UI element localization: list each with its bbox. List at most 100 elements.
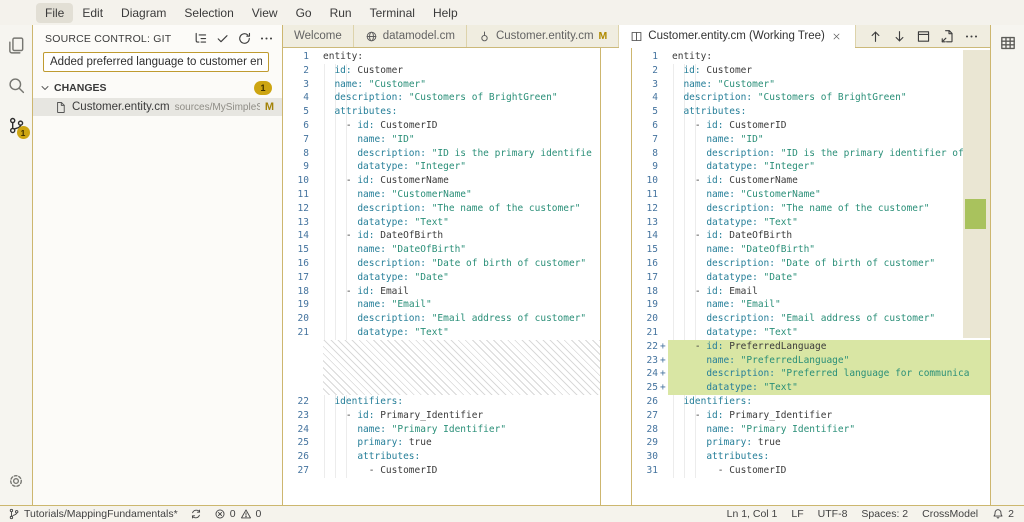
line-number: 25 [283, 436, 309, 450]
menu-item-view[interactable]: View [243, 3, 287, 23]
line-number: 15 [632, 243, 658, 257]
menu-item-edit[interactable]: Edit [73, 3, 112, 23]
code-line: 1entity: [283, 50, 632, 64]
tab-bar: Welcomedatamodel.cmCustomer.entity.cmMCu… [283, 25, 990, 48]
eol-indicator[interactable]: LF [791, 508, 803, 520]
activity-item-search[interactable] [0, 65, 33, 105]
line-number: 15 [283, 243, 309, 257]
cursor-position[interactable]: Ln 1, Col 1 [727, 508, 778, 520]
modified-pane-scrollbar[interactable] [963, 50, 990, 338]
branch-indicator[interactable]: Tutorials/MappingFundamentals* [8, 508, 178, 520]
warning-icon [240, 508, 252, 520]
tab-datamodel-cm[interactable]: datamodel.cm [354, 25, 467, 47]
code-line: 21 datatype: "Text" [632, 326, 990, 340]
line-number: 24 [283, 423, 309, 437]
original-pane-scrollbar[interactable] [600, 48, 632, 505]
menu-item-go[interactable]: Go [287, 3, 321, 23]
commit-message-input[interactable] [43, 52, 269, 72]
file-icon [54, 101, 67, 114]
close-icon [832, 32, 841, 41]
diff-modified-pane[interactable]: 1entity:2 id: Customer3 name: "Customer"… [632, 48, 990, 505]
menu-item-selection[interactable]: Selection [175, 3, 242, 23]
line-number: 10 [283, 174, 309, 188]
line-number: 8 [283, 147, 309, 161]
line-number: 31 [632, 464, 658, 478]
code-text: primary: true [323, 436, 432, 450]
notifications-bell[interactable]: 2 [992, 508, 1014, 520]
code-line: 28 name: "Primary Identifier" [632, 423, 990, 437]
menu-item-terminal[interactable]: Terminal [361, 3, 424, 23]
line-number: 4 [632, 91, 658, 105]
code-line: 1entity: [632, 50, 990, 64]
line-number: 22 [283, 395, 309, 409]
open-file-button[interactable] [940, 29, 955, 44]
line-number: 27 [632, 409, 658, 423]
line-number: 13 [283, 216, 309, 230]
added-change-overview-marker [965, 199, 986, 229]
problems-indicator[interactable]: 0 0 [214, 508, 262, 520]
commit-button[interactable] [215, 31, 230, 46]
previous-change-button[interactable] [868, 29, 883, 44]
code-text: datatype: "Text" [672, 216, 798, 230]
line-number: 18 [283, 285, 309, 299]
code-text: - CustomerID [323, 464, 437, 478]
code-text: - id: CustomerID [323, 119, 437, 133]
line-number: 23 [632, 354, 658, 368]
code-text: entity: [323, 50, 363, 64]
code-text: - id: Email [323, 285, 409, 299]
added-line-plus: + [660, 354, 666, 368]
sync-button[interactable] [190, 508, 202, 520]
code-text: - id: CustomerName [672, 174, 798, 188]
activity-item-source-control[interactable]: 1 [0, 105, 33, 145]
menu-item-help[interactable]: Help [424, 3, 467, 23]
code-line: 18 - id: Email [283, 285, 632, 299]
activity-item-settings[interactable] [0, 461, 33, 501]
error-count: 0 [230, 508, 236, 520]
menu-item-diagram[interactable]: Diagram [112, 3, 175, 23]
diff-original-pane[interactable]: 1entity:2 id: Customer3 name: "Customer"… [283, 48, 632, 505]
encoding-indicator[interactable]: UTF-8 [818, 508, 848, 520]
menu-item-file[interactable]: File [36, 3, 73, 23]
more-actions-button[interactable] [964, 29, 979, 44]
code-text: attributes: [672, 450, 769, 464]
code-line: 15 name: "DateOfBirth" [283, 243, 632, 257]
code-text: datatype: "Text" [672, 381, 798, 395]
refresh-button[interactable] [237, 31, 252, 46]
menu-item-run[interactable]: Run [321, 3, 361, 23]
code-line: 12 description: "The name of the custome… [632, 202, 990, 216]
code-text: name: "DateOfBirth" [323, 243, 466, 257]
activity-item-explorer[interactable] [0, 25, 33, 65]
next-change-button[interactable] [892, 29, 907, 44]
warning-count: 0 [256, 508, 262, 520]
code-text: - id: Primary_Identifier [323, 409, 483, 423]
source-control-toolbar [193, 31, 274, 46]
code-text: name: "ID" [672, 133, 764, 147]
right-bar-item-properties[interactable] [991, 25, 1024, 61]
code-text: description: "Date of birth of customer" [672, 257, 935, 271]
code-line: 23 - id: Primary_Identifier [283, 409, 632, 423]
indentation-indicator[interactable]: Spaces: 2 [861, 508, 908, 520]
code-line: 25+ datatype: "Text" [632, 381, 990, 395]
line-number: 24 [632, 367, 658, 381]
code-line: 11 name: "CustomerName" [283, 188, 632, 202]
view-changes-button[interactable] [193, 31, 208, 46]
split-editor-button[interactable] [916, 29, 931, 44]
tab-customer-entity-cm[interactable]: Customer.entity.cmM [467, 25, 619, 47]
line-number: 22 [632, 340, 658, 354]
error-icon [214, 508, 226, 520]
code-line: 22 identifiers: [283, 395, 632, 409]
language-mode[interactable]: CrossModel [922, 508, 978, 520]
line-number: 17 [632, 271, 658, 285]
code-line: 5 attributes: [283, 105, 632, 119]
tab-welcome[interactable]: Welcome [283, 25, 354, 47]
changed-file-row[interactable]: Customer.entity.cm sources/MySimpleSales… [33, 98, 282, 116]
close-tab-button[interactable] [830, 29, 844, 43]
more-actions-button[interactable] [259, 31, 274, 46]
code-line: 14 - id: DateOfBirth [632, 229, 990, 243]
branch-name: Tutorials/MappingFundamentals* [24, 508, 178, 520]
settings-icon [7, 472, 25, 490]
changes-section-header[interactable]: CHANGES 1 [33, 80, 282, 96]
code-text: id: Customer [323, 64, 403, 78]
tab-customer-entity-cm-working-tree[interactable]: Customer.entity.cm (Working Tree) [619, 25, 856, 47]
code-line: 7 name: "ID" [283, 133, 632, 147]
